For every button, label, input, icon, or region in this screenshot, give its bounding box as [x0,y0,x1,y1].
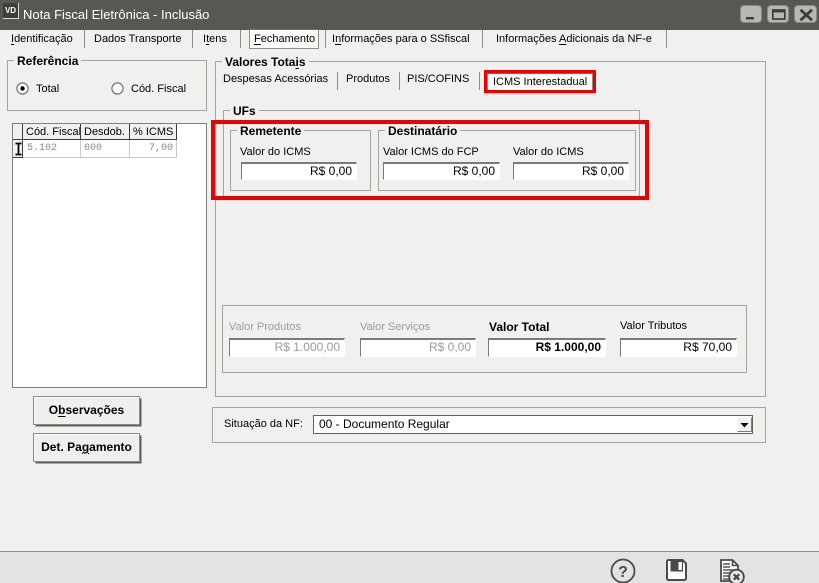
svg-text:?: ? [618,564,628,581]
